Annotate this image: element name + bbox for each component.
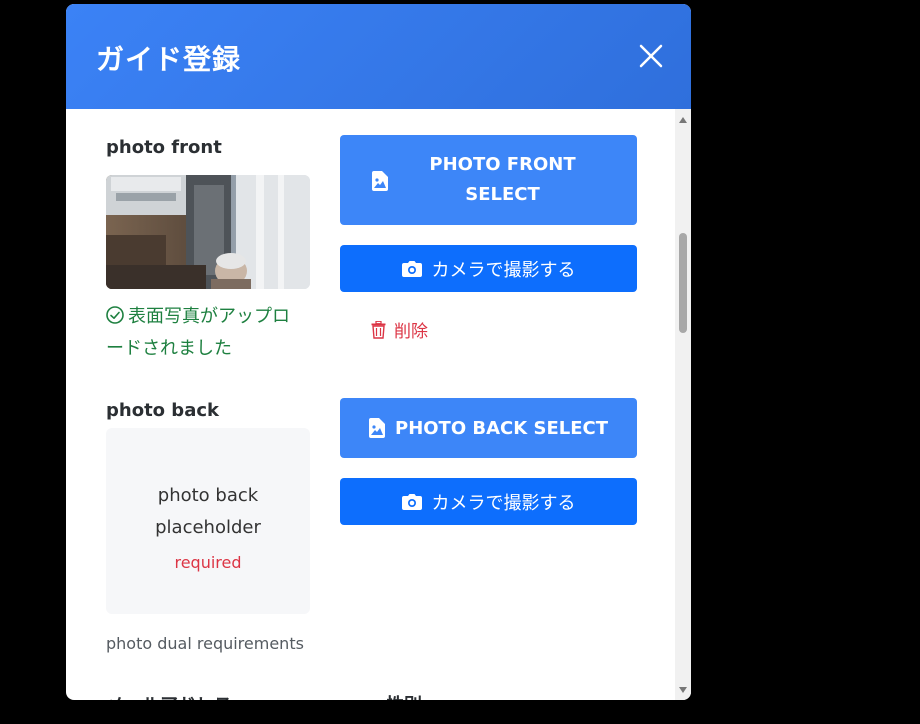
check-circle-icon xyxy=(106,306,124,324)
upload-success-text: 表面写真がアップロードされました xyxy=(106,306,290,359)
photo-back-placeholder-text: photo back placeholder xyxy=(155,485,261,538)
photo-front-camera-label: カメラで撮影する xyxy=(431,259,576,281)
photo-back-select-button[interactable]: PHOTO BACK SELECT xyxy=(340,398,637,458)
photo-front-select-button[interactable]: PHOTO FRONT SELECT xyxy=(340,135,637,225)
camera-icon xyxy=(401,493,422,510)
photo-front-select-label: PHOTO FRONT SELECT xyxy=(429,154,576,205)
email-label: メールアドレス xyxy=(106,691,232,700)
close-button[interactable] xyxy=(636,41,666,71)
photo-back-camera-button[interactable]: カメラで撮影する xyxy=(340,478,637,525)
close-icon xyxy=(639,44,663,68)
upload-success-message: 表面写真がアップロードされました xyxy=(106,301,306,365)
gender-label: 性別 xyxy=(386,691,422,700)
scroll-thumb[interactable] xyxy=(679,233,687,333)
trash-icon xyxy=(371,320,386,339)
photo-front-preview xyxy=(106,175,310,289)
modal-scrollbar[interactable] xyxy=(675,109,691,700)
scroll-up-arrow-icon[interactable] xyxy=(679,117,687,123)
photo-front-delete-button[interactable]: 削除 xyxy=(371,317,428,342)
photo-front-label: photo front xyxy=(106,137,222,158)
camera-icon xyxy=(401,260,422,277)
guide-registration-modal: ガイド登録 photo front 表面写真がアップロードされました PHOTO… xyxy=(66,4,691,700)
photo-back-placeholder-box[interactable]: photo back placeholder required xyxy=(106,428,310,614)
photo-back-select-label: PHOTO BACK SELECT xyxy=(395,417,608,439)
modal-title: ガイド登録 xyxy=(96,43,242,76)
modal-header: ガイド登録 xyxy=(66,4,691,109)
modal-body: photo front 表面写真がアップロードされました PHOTO FRONT… xyxy=(66,109,691,700)
photo-requirements-text: photo dual requirements xyxy=(106,634,304,653)
photo-back-required-text: required xyxy=(174,553,242,572)
photo-back-camera-label: カメラで撮影する xyxy=(431,492,576,514)
photo-front-camera-button[interactable]: カメラで撮影する xyxy=(340,245,637,292)
delete-label: 削除 xyxy=(394,322,428,342)
image-file-icon xyxy=(372,171,388,191)
scroll-down-arrow-icon[interactable] xyxy=(679,687,687,693)
photo-back-label: photo back xyxy=(106,400,219,421)
image-file-icon xyxy=(369,418,385,438)
